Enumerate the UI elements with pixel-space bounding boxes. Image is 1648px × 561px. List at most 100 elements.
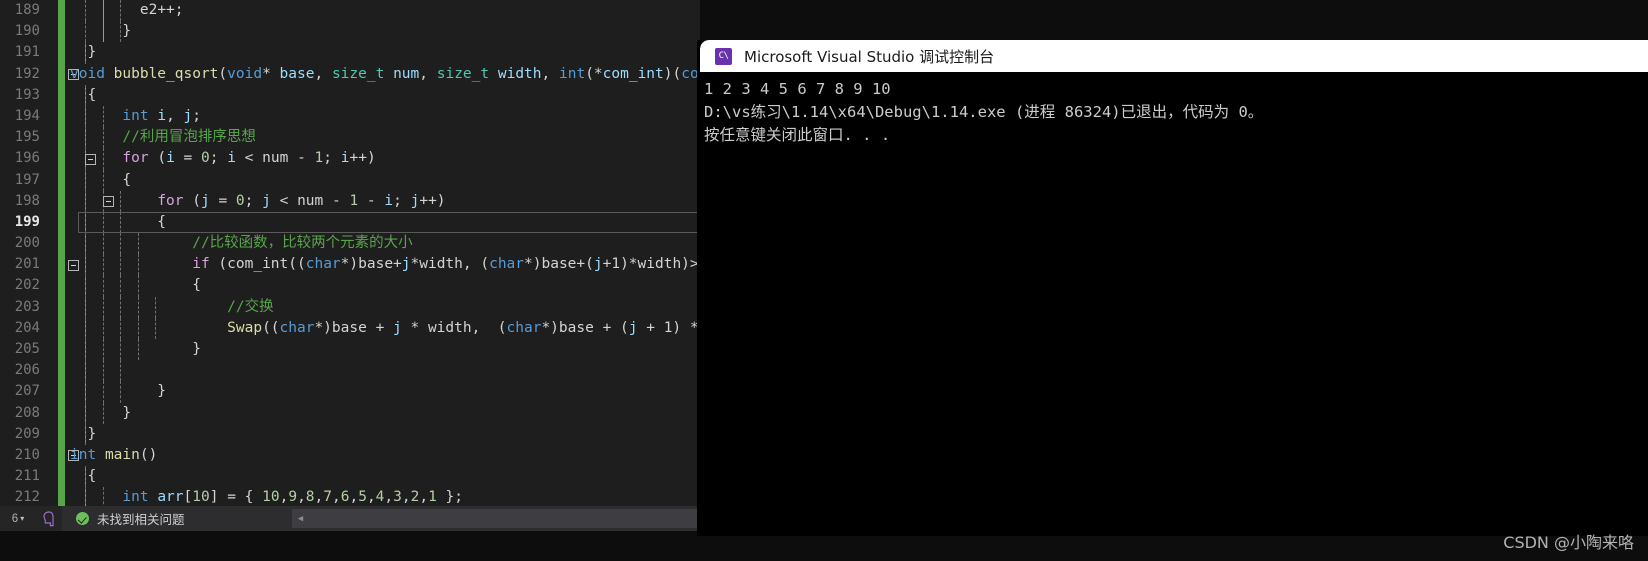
code-line-text: //利用冒泡排序思想 xyxy=(122,129,256,146)
line-number: 212 xyxy=(14,489,40,506)
console-output-line: 按任意键关闭此窗口. . . xyxy=(704,126,891,144)
line-number: 204 xyxy=(14,319,40,336)
change-indicator-bar xyxy=(58,84,65,106)
code-line-text: } xyxy=(70,404,132,421)
code-line[interactable]: 189 e2++; xyxy=(0,0,700,22)
line-number: 200 xyxy=(14,235,40,252)
change-indicator-bar xyxy=(58,0,65,22)
indent-guide xyxy=(120,360,121,382)
code-line[interactable]: 199 { xyxy=(0,211,700,234)
code-line-text: } xyxy=(70,425,97,442)
line-number: 198 xyxy=(14,192,40,209)
zoom-level-dropdown[interactable]: 6 ▾ xyxy=(0,506,36,531)
indent-guide xyxy=(85,360,86,382)
code-line[interactable]: 210 int main() xyxy=(0,444,700,467)
code-line-text: //交换 xyxy=(227,298,274,315)
change-indicator-bar xyxy=(58,21,65,43)
change-indicator-bar xyxy=(58,42,65,64)
indent-guide xyxy=(103,360,104,382)
horizontal-scrollbar[interactable]: ◀ xyxy=(292,509,700,528)
console-output-area[interactable]: 1 2 3 4 5 6 7 8 9 10 D:\vs练习\1.14\x64\Deb… xyxy=(700,72,1648,536)
csdn-watermark: CSDN @小陶来咯 xyxy=(1503,533,1634,552)
line-number: 189 xyxy=(14,2,40,18)
code-line[interactable]: 194 int i, j; xyxy=(0,105,700,128)
code-line[interactable]: 208 } xyxy=(0,402,700,424)
console-output-line: 1 2 3 4 5 6 7 8 9 10 xyxy=(704,80,891,98)
code-line[interactable]: 205 } xyxy=(0,339,700,361)
change-indicator-bar xyxy=(58,402,65,424)
code-line[interactable]: 190 } xyxy=(0,21,700,43)
code-line[interactable]: 196 for (i = 0; i < num - 1; i++) xyxy=(0,148,700,170)
code-line-text: { xyxy=(70,86,97,103)
code-line-text: e2++; xyxy=(139,2,184,18)
change-indicator-bar xyxy=(58,444,65,467)
line-number: 211 xyxy=(14,468,40,485)
change-indicator-bar xyxy=(58,190,65,212)
code-line-text: { xyxy=(70,277,201,294)
code-line[interactable]: 204 Swap((char*)base + j * width, (char*… xyxy=(0,317,700,339)
code-line[interactable]: 197 { xyxy=(0,169,700,191)
line-number: 205 xyxy=(14,341,40,357)
code-line[interactable]: 198 for (j = 0; j < num - 1 - i; j++) xyxy=(0,190,700,212)
console-app-icon: C\ xyxy=(715,47,732,65)
code-line-text: void bubble_qsort(void* base, size_t num… xyxy=(70,65,700,82)
code-line[interactable]: 209 } xyxy=(0,423,700,445)
code-line-text: //比较函数，比较两个元素的大小 xyxy=(192,235,413,252)
change-indicator-bar xyxy=(58,254,65,276)
code-line[interactable]: 192 void bubble_qsort(void* base, size_t … xyxy=(0,63,700,85)
code-line-text: { xyxy=(70,468,97,485)
code-line[interactable]: 206 xyxy=(0,360,700,382)
line-number: 194 xyxy=(14,107,40,124)
console-output-line: D:\vs练习\1.14\x64\Debug\1.14.exe (进程 8632… xyxy=(704,103,1264,121)
code-line[interactable]: 193 { xyxy=(0,84,700,106)
code-line[interactable]: 202 { xyxy=(0,275,700,297)
line-number: 203 xyxy=(14,298,40,315)
chevron-down-icon: ▾ xyxy=(20,514,25,523)
code-line-text: } xyxy=(70,383,167,400)
status-ok-icon xyxy=(76,512,89,525)
code-line-text: int arr[10] = { 10,9,8,7,6,5,4,3,2,1 }; xyxy=(122,489,464,506)
code-line-text: for (j = 0; j < num - 1 - i; j++) xyxy=(157,192,446,209)
intellisense-icon[interactable] xyxy=(36,506,62,531)
code-line-text: } xyxy=(70,23,132,40)
change-indicator-bar xyxy=(58,148,65,170)
error-status-text: 未找到相关问题 xyxy=(97,512,185,527)
code-line[interactable]: 203 //交换 xyxy=(0,296,700,318)
line-number: 196 xyxy=(14,150,40,167)
console-window-title: Microsoft Visual Studio 调试控制台 xyxy=(744,47,995,66)
screen-root: 189 e2++; 190 } 191 } 192 void bubble_qsort(… xyxy=(0,0,1648,561)
code-lines-container[interactable]: 189 e2++; 190 } 191 } 192 void bubble_qsort(… xyxy=(0,0,700,506)
code-line-text: int main() xyxy=(70,446,158,463)
code-line-text: { xyxy=(70,171,132,188)
code-line[interactable]: 191 } xyxy=(0,42,700,64)
code-line[interactable]: 201 if (com_int((char*)base+j*width, (ch… xyxy=(0,254,700,276)
line-number: 192 xyxy=(14,65,40,82)
code-line-text: } xyxy=(70,341,201,357)
scroll-left-arrow-icon[interactable]: ◀ xyxy=(292,509,309,528)
code-editor-pane[interactable]: 189 e2++; 190 } 191 } 192 void bubble_qsort(… xyxy=(0,0,700,506)
code-line[interactable]: 207 } xyxy=(0,381,700,403)
code-line[interactable]: 211 { xyxy=(0,466,700,488)
line-number: 207 xyxy=(14,383,40,400)
code-line-text: for (i = 0; i < num - 1; i++) xyxy=(122,150,376,167)
change-indicator-bar xyxy=(58,105,65,128)
change-indicator-bar xyxy=(58,233,65,255)
change-indicator-bar xyxy=(58,339,65,361)
change-indicator-bar xyxy=(58,423,65,445)
change-indicator-bar xyxy=(58,466,65,488)
change-indicator-bar xyxy=(58,211,65,234)
code-line-text: } xyxy=(70,44,97,61)
change-indicator-bar xyxy=(58,169,65,191)
line-number: 209 xyxy=(14,425,40,442)
code-line[interactable]: 195 //利用冒泡排序思想 xyxy=(0,127,700,149)
code-line-text: Swap((char*)base + j * width, (char*)bas… xyxy=(227,319,699,336)
change-indicator-bar xyxy=(58,381,65,403)
code-line[interactable]: 212 int arr[10] = { 10,9,8,7,6,5,4,3,2,1… xyxy=(0,487,700,506)
code-line[interactable]: 200 //比较函数，比较两个元素的大小 xyxy=(0,233,700,255)
console-window[interactable]: C\ Microsoft Visual Studio 调试控制台 1 2 3 4… xyxy=(700,40,1648,536)
console-title-bar[interactable]: C\ Microsoft Visual Studio 调试控制台 xyxy=(700,40,1648,72)
change-indicator-bar xyxy=(58,360,65,382)
change-indicator-bar xyxy=(58,63,65,85)
line-number: 202 xyxy=(14,277,40,294)
line-number: 191 xyxy=(14,44,40,61)
